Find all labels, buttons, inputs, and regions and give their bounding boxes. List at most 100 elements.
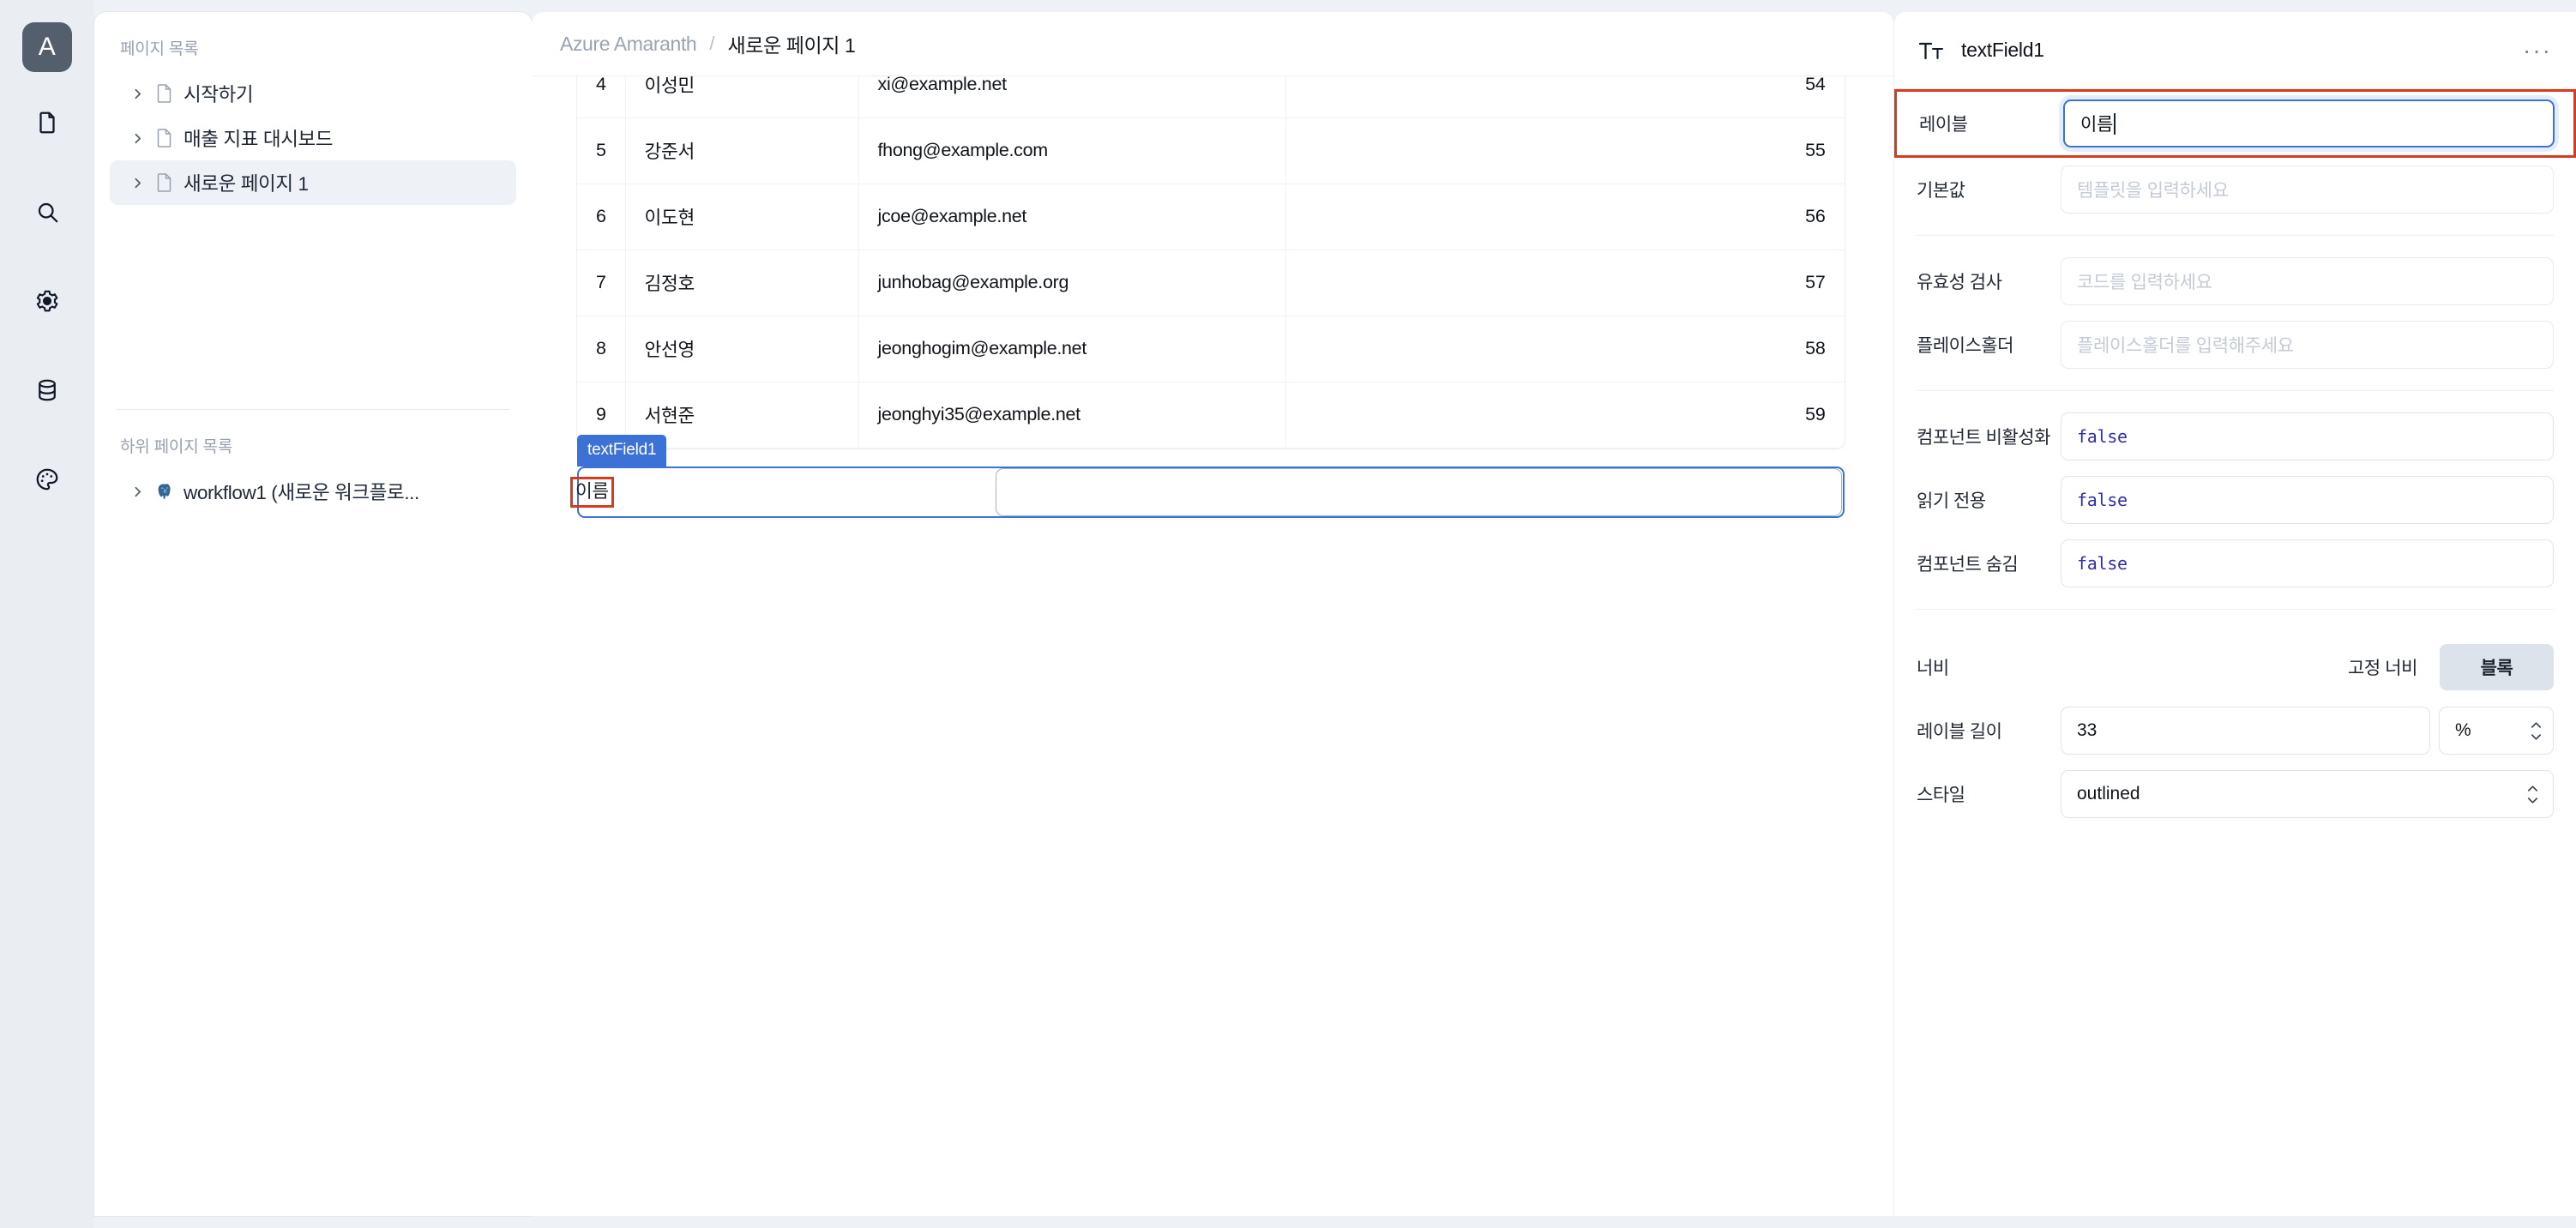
data-table[interactable]: 3 지미정 cunjai@example.net 53 4 이성민 xi@exa… [577,76,1845,448]
validation-input[interactable]: 코드를 입력하세요 [2061,257,2554,305]
property-row-width: 너비 고정 너비 블록 [1894,635,2576,699]
textfield-component[interactable]: 이름 [570,467,1845,518]
disabled-input[interactable]: false [2061,412,2554,460]
sub-page-tree-label: workflow1 (새로운 워크플로... [184,482,419,503]
cell-number: 56 [1285,184,1845,250]
sub-page-list-title: 하위 페이지 목록 [120,438,233,456]
chevron-right-icon[interactable] [125,485,149,499]
property-label: 레이블 [1919,115,1968,135]
pages-icon[interactable] [22,98,72,147]
text-caret [2114,112,2116,135]
sub-page-tree-item-workflow1[interactable]: workflow1 (새로운 워크플로... [110,469,516,514]
cell-email: fhong@example.com [858,117,1286,184]
database-icon[interactable] [22,365,72,415]
cell-index: 4 [577,76,626,118]
label-input[interactable]: 이름 [2063,99,2555,147]
page-tree-item-1[interactable]: 매출 지표 대시보드 [110,116,516,160]
app-logo[interactable]: A [22,22,72,72]
property-label: 레이블 길이 [1917,722,2002,742]
property-row-validation: 유효성 검사 코드를 입력하세요 [1894,250,2576,313]
page-file-icon [149,128,178,148]
property-label: 컴포넌트 비활성화 [1917,428,2050,448]
width-option-block[interactable]: 블록 [2440,644,2554,690]
theme-palette-icon[interactable] [22,454,72,504]
page-tree-item-2[interactable]: 새로운 페이지 1 [110,160,516,205]
property-row-disabled: 컴포넌트 비활성화 false [1894,405,2576,468]
cell-name: 강준서 [625,117,859,184]
style-select[interactable]: outlined [2061,770,2554,818]
chevron-right-icon[interactable] [125,87,149,101]
cell-index: 8 [577,316,626,382]
hidden-input[interactable]: false [2061,539,2554,587]
property-label: 유효성 검사 [1917,273,2002,292]
page-tree-item-0[interactable]: 시작하기 [110,71,516,116]
section-divider [1917,235,2554,236]
search-icon[interactable] [22,187,72,237]
cell-number: 57 [1285,250,1845,316]
settings-icon[interactable] [22,276,72,326]
property-row-hidden: 컴포넌트 숨김 false [1894,532,2576,595]
properties-header: textField1 ··· [1894,12,2576,89]
table-row[interactable]: 5 강준서 fhong@example.com 55 [577,117,1845,184]
property-row-style: 스타일 outlined [1894,762,2576,826]
property-row-readonly: 읽기 전용 false [1894,468,2576,532]
page-canvas[interactable]: 3 지미정 cunjai@example.net 53 4 이성민 xi@exa… [532,76,1893,1216]
cell-email: jcoe@example.net [858,184,1286,250]
cell-number: 59 [1285,382,1845,448]
width-option-fixed[interactable]: 고정 너비 [2326,644,2440,690]
component-name-badge[interactable]: textField1 [577,435,667,467]
postgresql-icon [149,481,178,502]
cell-name: 김정호 [625,250,859,316]
editor-canvas-panel: Azure Amaranth / 새로운 페이지 1 3 지미정 cunjai@… [532,12,1893,1216]
property-field: 33 % [2061,707,2554,755]
cell-name: 이성민 [625,76,859,118]
unit-value: % [2455,720,2471,740]
label-length-input[interactable]: 33 [2061,707,2430,755]
table-row[interactable]: 4 이성민 xi@example.net 54 [577,76,1845,118]
stepper-icon[interactable] [2530,721,2543,741]
section-divider [1917,609,2554,610]
table-row[interactable]: 9 서현준 jeonghyi35@example.net 59 [577,382,1845,448]
label-length-unit-select[interactable]: % [2439,707,2554,755]
breadcrumb-current: 새로운 페이지 1 [727,34,856,57]
page-file-icon [149,172,178,193]
property-label: 플레이스홀더 [1917,336,2013,356]
property-field: 코드를 입력하세요 [2061,257,2554,305]
property-label: 기본값 [1917,181,1965,201]
property-field: 이름 [2063,99,2555,147]
breadcrumb-root[interactable]: Azure Amaranth [560,33,697,56]
properties-more-icon[interactable]: ··· [2519,36,2555,65]
readonly-input[interactable]: false [2061,476,2554,524]
table-row[interactable]: 6 이도현 jcoe@example.net 56 [577,184,1845,250]
properties-title: textField1 [1961,39,2044,61]
cell-number: 58 [1285,316,1845,382]
cell-index: 7 [577,250,626,316]
properties-panel: textField1 ··· 레이블 이름 기본값 템플릿을 입력하세요 유효성… [1893,12,2576,1216]
page-tree-label: 새로운 페이지 1 [184,173,309,195]
textfield-input[interactable] [996,468,1842,516]
property-field: 템플릿을 입력하세요 [2061,166,2554,214]
table-row[interactable]: 8 안선영 jeonghogim@example.net 58 [577,316,1845,382]
chevron-right-icon[interactable] [125,131,149,146]
text-format-icon [1917,36,1951,65]
cell-email: jeonghyi35@example.net [858,382,1286,448]
property-row-placeholder: 플레이스홀더 플레이스홀더를 입력해주세요 [1894,313,2576,376]
property-label: 너비 [1917,659,1949,678]
cell-name: 안선영 [625,316,859,382]
property-field: 플레이스홀더를 입력해주세요 [2061,321,2554,369]
property-field: false [2061,412,2554,460]
table-row[interactable]: 7 김정호 junhobag@example.org 57 [577,250,1845,316]
cell-name: 이도현 [625,184,859,250]
default-value-input[interactable]: 템플릿을 입력하세요 [2061,166,2554,214]
cell-email: junhobag@example.org [858,250,1286,316]
property-row-label: 레이블 이름 [1894,89,2576,158]
chevron-right-icon[interactable] [125,176,149,190]
property-label: 스타일 [1917,786,1965,805]
property-row-label-length: 레이블 길이 33 % [1894,699,2576,762]
placeholder-input[interactable]: 플레이스홀더를 입력해주세요 [2061,321,2554,369]
page-list-panel: 페이지 목록 시작하기 매출 지표 대시보드 새로운 페이지 1 하위 페이지 … [94,12,532,1216]
cell-email: jeonghogim@example.net [858,316,1286,382]
property-field: false [2061,539,2554,587]
textfield-label: 이름 [570,477,614,508]
stepper-icon[interactable] [2526,785,2539,804]
